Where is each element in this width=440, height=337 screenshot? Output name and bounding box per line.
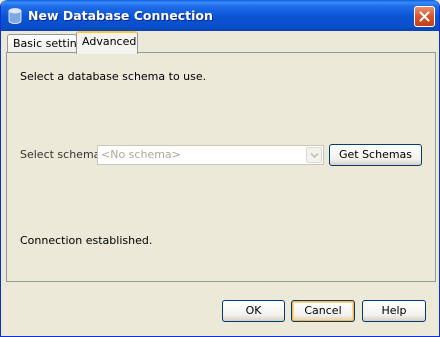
- get-schemas-button[interactable]: Get Schemas: [329, 144, 422, 166]
- close-button[interactable]: [414, 6, 435, 27]
- select-schema-label: Select schema:: [20, 148, 105, 161]
- window-title: New Database Connection: [28, 8, 213, 23]
- instruction-text: Select a database schema to use.: [20, 70, 207, 83]
- tab-label: Advanced: [82, 35, 137, 48]
- tab-basic-setting[interactable]: Basic setting: [7, 34, 84, 54]
- cancel-button[interactable]: Cancel: [291, 300, 355, 322]
- cancel-label: Cancel: [304, 304, 342, 317]
- chevron-down-icon: [310, 152, 319, 159]
- schema-select-value: <No schema>: [101, 148, 181, 161]
- dropdown-arrow-button[interactable]: [306, 147, 322, 163]
- tab-label: Basic setting: [13, 37, 84, 50]
- title-bar[interactable]: New Database Connection: [1, 0, 439, 31]
- tab-advanced[interactable]: Advanced: [76, 31, 138, 54]
- help-button[interactable]: Help: [362, 300, 426, 322]
- database-icon: [8, 8, 22, 24]
- help-label: Help: [381, 304, 407, 317]
- close-icon: [419, 11, 430, 22]
- tab-panel-advanced: Select a database schema to use. Select …: [6, 52, 436, 282]
- dialog-window: New Database Connection Basic setting Ad…: [0, 0, 440, 337]
- schema-select[interactable]: <No schema>: [97, 145, 324, 165]
- ok-label: OK: [245, 304, 262, 317]
- get-schemas-label: Get Schemas: [338, 148, 413, 161]
- connection-status: Connection established.: [20, 234, 153, 247]
- ok-button[interactable]: OK: [222, 300, 285, 322]
